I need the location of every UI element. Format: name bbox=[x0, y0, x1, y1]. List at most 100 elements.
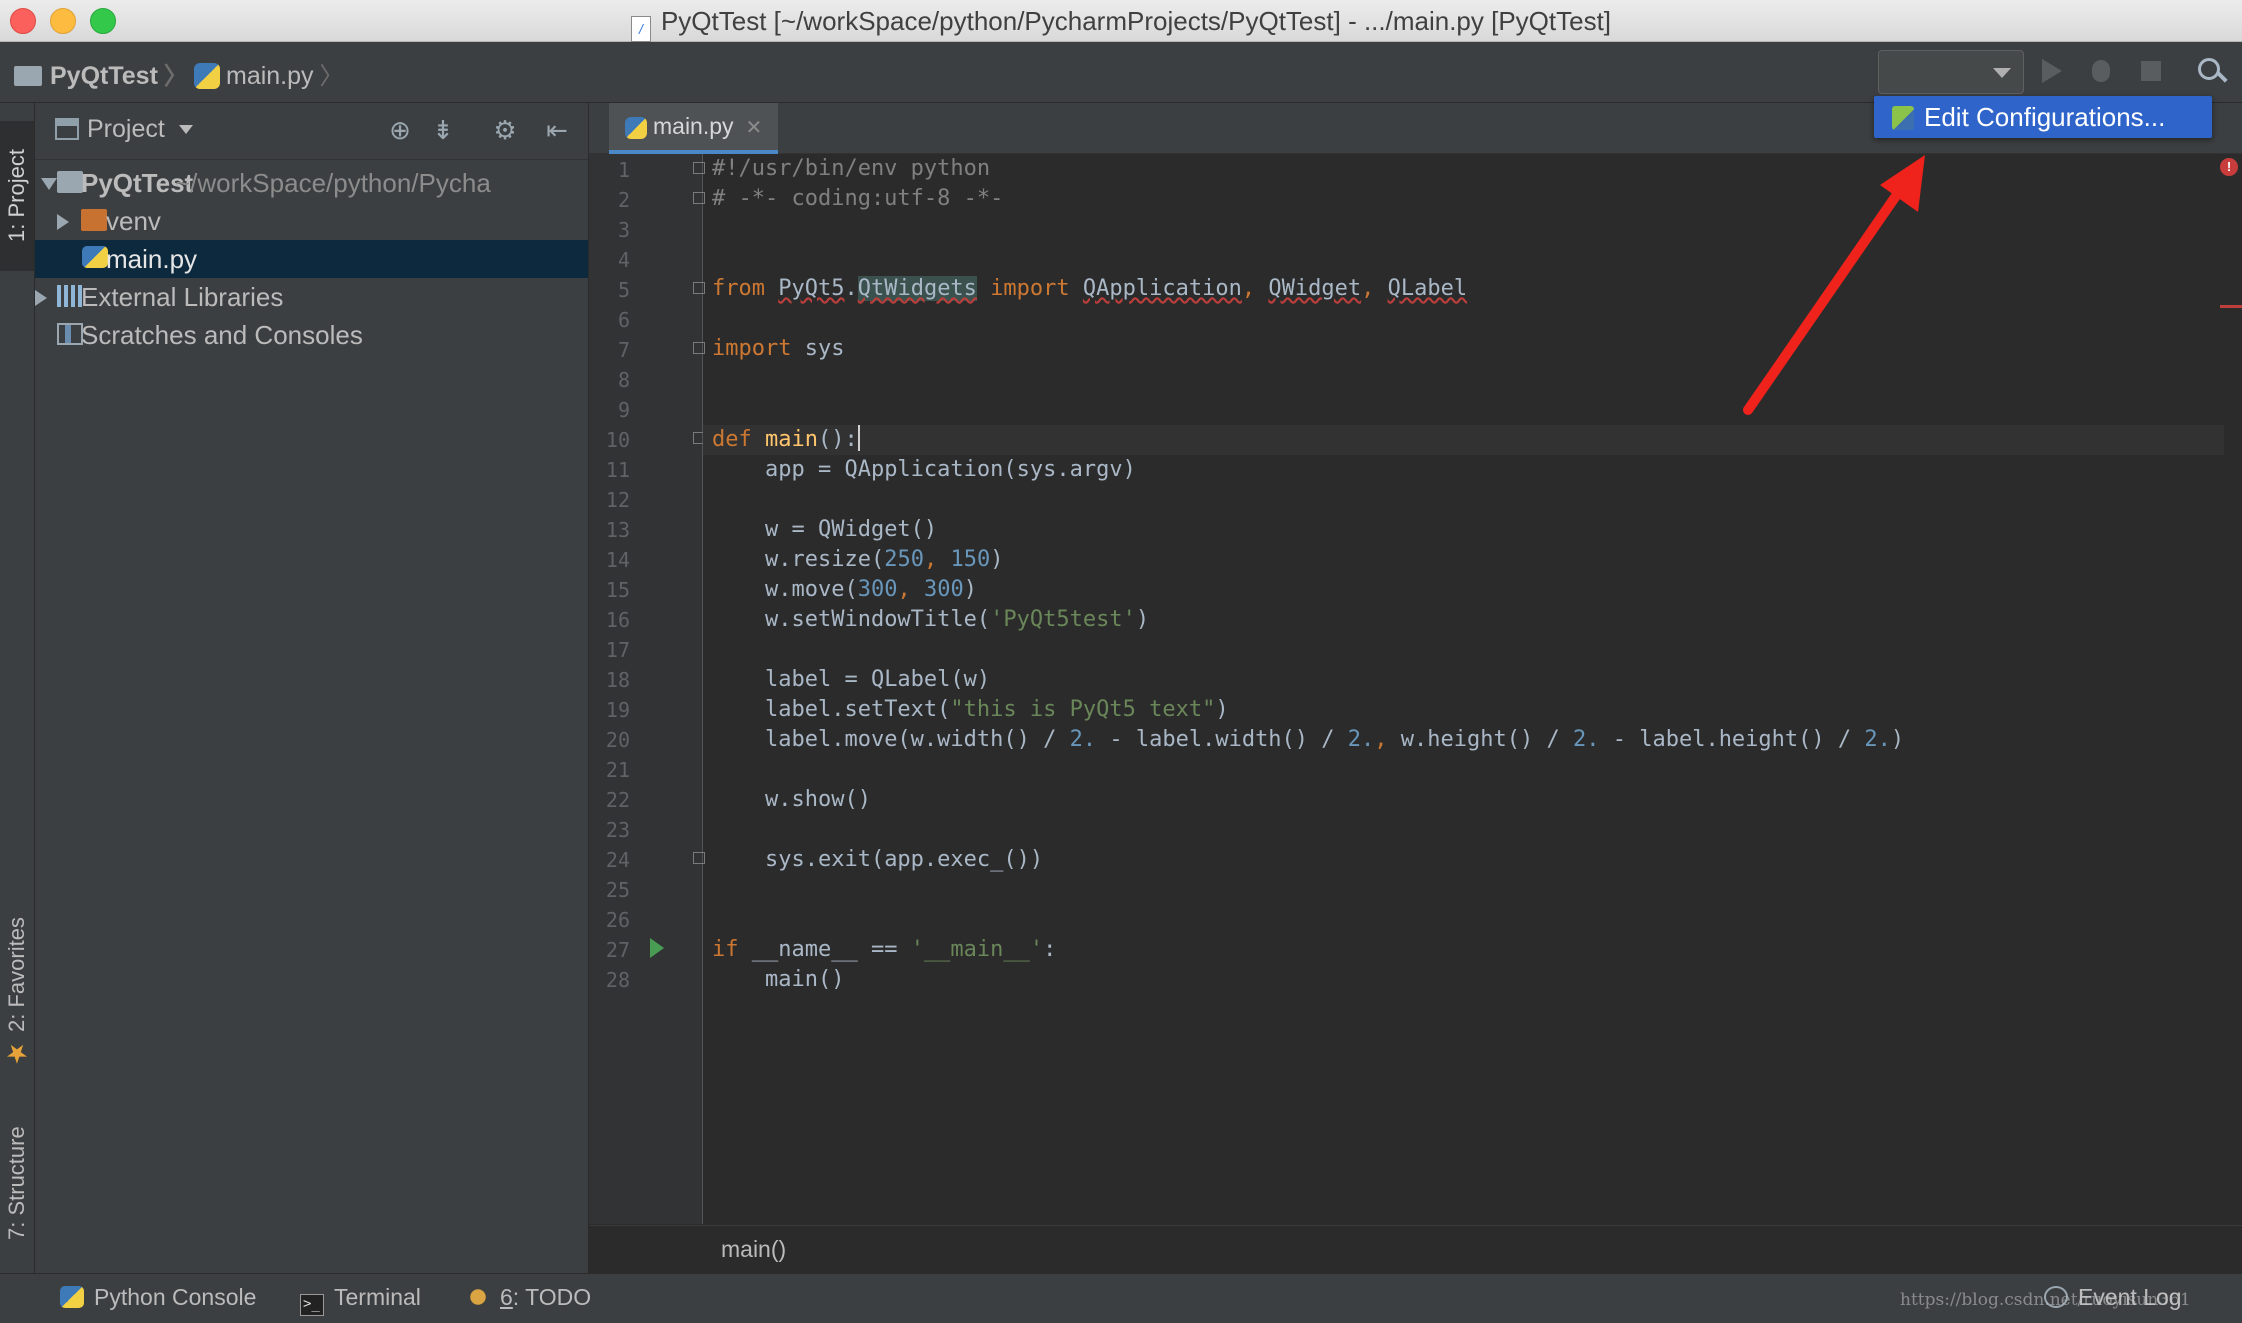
run-icon[interactable] bbox=[2036, 56, 2066, 86]
line-number: 3 bbox=[617, 218, 630, 242]
keyword: from bbox=[712, 276, 765, 301]
code-line-22: w.show() bbox=[712, 785, 871, 815]
tree-item-label: venv bbox=[106, 206, 161, 236]
line-number: 15 bbox=[605, 578, 630, 602]
breadcrumb-function[interactable]: main() bbox=[721, 1236, 786, 1263]
left-tool-window-strip: 1: Project ★ 2: Favorites 7: Structure bbox=[0, 103, 35, 1273]
gear-icon[interactable]: ⚙ bbox=[490, 115, 520, 145]
code-text: label.move(w.width() / bbox=[764, 727, 1070, 752]
project-panel-title: Project bbox=[87, 115, 165, 143]
folder-icon bbox=[14, 66, 42, 86]
breadcrumb-project[interactable]: PyQtTest 〉 bbox=[14, 56, 188, 91]
line-number: 12 bbox=[605, 488, 630, 512]
python-console-button[interactable]: Python Console bbox=[60, 1284, 256, 1311]
code-text: main() bbox=[764, 967, 845, 992]
edit-configurations-label: Edit Configurations... bbox=[1924, 102, 2166, 132]
project-panel-header: Project ⊕ ⇟ ⚙ ⇤ bbox=[35, 103, 588, 160]
code-text: label = QLabel(w) bbox=[764, 667, 991, 692]
line-number: 10 bbox=[605, 428, 630, 452]
code-text: w.setWindowTitle( bbox=[764, 607, 991, 632]
run-configuration-dropdown[interactable] bbox=[1878, 50, 2024, 94]
debug-icon[interactable] bbox=[2086, 56, 2116, 86]
number: 300 bbox=[923, 577, 964, 602]
stop-icon[interactable] bbox=[2136, 56, 2166, 86]
tool-window-favorites-tab[interactable]: ★ 2: Favorites bbox=[0, 893, 34, 1093]
line-number: 1 bbox=[617, 158, 630, 182]
code-line-19: label.setText("this is PyQt5 text") bbox=[764, 697, 1229, 722]
line-number: 20 bbox=[605, 728, 630, 752]
module-name: PyQt5 bbox=[778, 276, 845, 301]
todo-label: : TODO bbox=[512, 1284, 592, 1310]
code-line-11: app = QApplication(sys.argv) bbox=[712, 455, 1136, 485]
string: 'PyQt5test' bbox=[990, 607, 1136, 632]
tree-item-label: main.py bbox=[106, 244, 198, 274]
search-icon[interactable] bbox=[2196, 56, 2226, 86]
line-number: 21 bbox=[605, 758, 630, 782]
collapse-all-icon[interactable]: ⇟ bbox=[428, 115, 458, 145]
line-number: 25 bbox=[605, 878, 630, 902]
tab-main-py[interactable]: main.py ✕ bbox=[609, 103, 779, 154]
python-console-label: Python Console bbox=[94, 1284, 257, 1310]
folder-icon bbox=[57, 171, 83, 193]
code-line-20: label.move(w.width() / 2. - label.width(… bbox=[764, 727, 1905, 752]
code-text: w.move( bbox=[764, 577, 858, 602]
library-icon bbox=[57, 285, 83, 307]
tree-item-external-libraries[interactable]: External Libraries bbox=[35, 278, 588, 316]
project-view-dropdown[interactable]: Project bbox=[55, 115, 193, 144]
terminal-button[interactable]: >_ Terminal bbox=[300, 1284, 421, 1316]
tree-item-venv[interactable]: venv bbox=[35, 202, 588, 240]
hide-panel-icon[interactable]: ⇤ bbox=[542, 115, 572, 145]
line-number: 6 bbox=[617, 308, 630, 332]
breadcrumb-file[interactable]: main.py 〉 bbox=[194, 56, 344, 91]
window-title: / PyQtTest [~/workSpace/python/PycharmPro… bbox=[0, 6, 2242, 42]
string: '__main__' bbox=[910, 937, 1044, 962]
line-number: 27 bbox=[605, 938, 630, 962]
line-number: 7 bbox=[617, 338, 630, 362]
tool-window-structure-label: 7: Structure bbox=[4, 1126, 29, 1240]
tree-item-label: External Libraries bbox=[81, 282, 284, 312]
tree-item-scratches[interactable]: Scratches and Consoles bbox=[35, 316, 588, 354]
function-name: main bbox=[765, 427, 818, 452]
chevron-down-icon bbox=[178, 125, 193, 134]
python-file-icon bbox=[194, 63, 220, 89]
line-number: 11 bbox=[605, 458, 630, 482]
module-name: sys bbox=[804, 336, 845, 361]
code-line-24: sys.exit(app.exec_()) bbox=[712, 845, 1043, 875]
error-icon[interactable]: ! bbox=[2220, 158, 2238, 176]
code-line-27: if __name__ == '__main__': bbox=[712, 937, 1057, 962]
tool-window-project-label: 1: Project bbox=[4, 149, 29, 243]
module-name: QtWidgets bbox=[857, 276, 977, 301]
todo-number: 6 bbox=[500, 1284, 513, 1310]
python-file-icon bbox=[625, 117, 647, 139]
close-icon[interactable]: ✕ bbox=[746, 117, 763, 139]
run-gutter-icon[interactable] bbox=[650, 938, 664, 958]
todo-button[interactable]: 6: TODO bbox=[466, 1284, 591, 1311]
locate-icon[interactable]: ⊕ bbox=[385, 115, 415, 145]
error-marker[interactable] bbox=[2220, 305, 2242, 308]
line-number: 8 bbox=[617, 368, 630, 392]
terminal-icon: >_ bbox=[300, 1294, 324, 1316]
string: "this is PyQt5 text" bbox=[950, 697, 1216, 722]
tool-window-project-tab[interactable]: 1: Project bbox=[0, 121, 34, 271]
line-number: 4 bbox=[617, 248, 630, 272]
tool-window-favorites-label: 2: Favorites bbox=[4, 916, 29, 1032]
tree-item-main-py[interactable]: main.py bbox=[35, 240, 588, 278]
tab-label: main.py bbox=[653, 113, 734, 139]
tree-item-label: Scratches and Consoles bbox=[81, 320, 363, 350]
tool-window-structure-tab[interactable]: 7: Structure bbox=[0, 1093, 34, 1273]
keyword: if bbox=[712, 937, 739, 962]
line-number: 9 bbox=[617, 398, 630, 422]
tree-item-path-hint: ~/workSpace/python/Pycha bbox=[175, 168, 491, 198]
document-icon: / bbox=[630, 16, 651, 42]
import-name: QLabel bbox=[1387, 276, 1468, 301]
tree-item-pyqttest[interactable]: PyQtTest ~/workSpace/python/Pycha bbox=[35, 164, 588, 202]
line-number: 16 bbox=[605, 608, 630, 632]
chevron-right-icon[interactable] bbox=[35, 290, 47, 306]
python-console-icon bbox=[60, 1286, 84, 1308]
chevron-right-icon[interactable] bbox=[57, 214, 69, 230]
code-text: label.setText( bbox=[764, 697, 951, 722]
chevron-down-icon[interactable] bbox=[41, 178, 57, 190]
text-caret bbox=[857, 425, 860, 451]
line-number: 17 bbox=[605, 638, 630, 662]
import-name: QApplication bbox=[1082, 276, 1242, 301]
